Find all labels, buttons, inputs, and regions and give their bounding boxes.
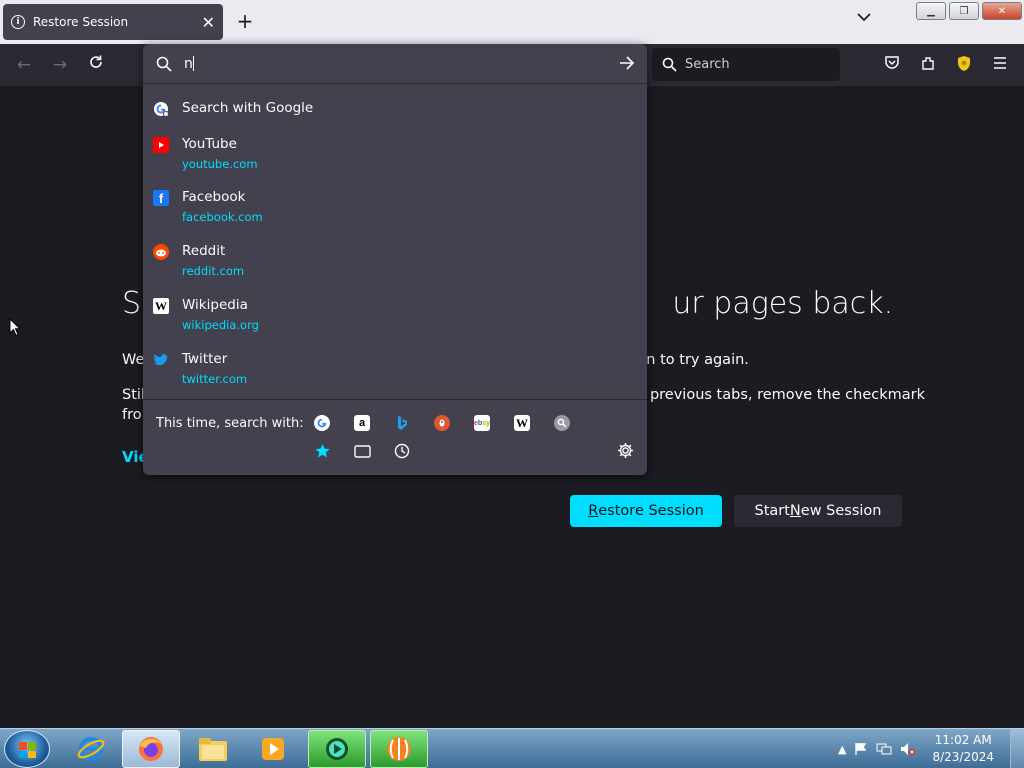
bing-icon[interactable] [394, 415, 410, 431]
result-search-with-google[interactable]: Search with Google [153, 100, 637, 117]
result-url: reddit.com [182, 264, 245, 278]
search-settings-icon[interactable] [617, 442, 634, 463]
youtube-icon [153, 137, 169, 153]
search-placeholder: Search [685, 57, 730, 72]
volume-muted-icon[interactable] [900, 742, 916, 756]
taskbar-firefox[interactable] [122, 730, 180, 768]
tab-title: Restore Session [33, 15, 129, 29]
action-center-flag-icon[interactable] [854, 742, 868, 756]
close-window-button[interactable]: ✕ [982, 2, 1022, 20]
result-twitter[interactable]: Twitter twitter.com [153, 351, 637, 386]
divider [143, 399, 647, 400]
taskbar-app-green[interactable] [308, 730, 366, 768]
result-url: youtube.com [182, 157, 258, 171]
tab-strip: i Restore Session ✕ + ▁ ❐ ✕ [0, 0, 1024, 44]
result-url: twitter.com [182, 372, 248, 386]
result-reddit[interactable]: Reddit reddit.com [153, 243, 637, 278]
page-text-line-3: fro [122, 407, 142, 423]
show-desktop-button[interactable] [1010, 729, 1024, 768]
result-title: Search with Google [182, 100, 314, 116]
one-off-search-label: This time, search with: [156, 416, 304, 431]
clock-time: 11:02 AM [934, 733, 992, 747]
result-title: Reddit [182, 243, 226, 259]
urlbar-typed-text: n [184, 55, 194, 72]
facebook-icon: f [153, 190, 169, 206]
minimize-button[interactable]: ▁ [916, 2, 946, 20]
restore-session-button[interactable]: Restore Session [570, 495, 722, 527]
app-green-icon [326, 738, 348, 760]
window-controls: ▁ ❐ ✕ [916, 2, 1022, 20]
forward-button[interactable]: → [48, 53, 72, 77]
search-icon [662, 57, 677, 72]
search-icon[interactable] [554, 415, 570, 431]
result-title: Twitter [182, 351, 228, 367]
info-icon: i [11, 15, 25, 29]
wikipedia-icon: W [153, 298, 169, 314]
start-new-session-button[interactable]: Start New Session [734, 495, 902, 527]
wikipedia-icon[interactable]: W [514, 415, 530, 431]
urlbar-dropdown: n Search with Google YouTube youtube.com… [143, 44, 647, 475]
search-bar[interactable]: Search [652, 48, 840, 81]
result-facebook[interactable]: f Facebook facebook.com [153, 189, 637, 224]
taskbar-app-orange[interactable] [370, 730, 428, 768]
start-button[interactable] [4, 730, 50, 768]
media-player-icon [262, 738, 284, 760]
new-tab-button[interactable]: + [234, 10, 256, 32]
result-title: Facebook [182, 189, 246, 205]
mouse-cursor-icon [9, 317, 22, 341]
menu-icon[interactable] [991, 55, 1009, 73]
go-arrow-icon[interactable] [619, 55, 635, 74]
pocket-icon[interactable] [883, 55, 901, 73]
result-title: YouTube [182, 136, 237, 152]
clock[interactable]: 11:02 AM 8/23/2024 [932, 732, 994, 766]
history-icon[interactable] [393, 442, 411, 460]
system-tray: ▲ 11:02 AM 8/23/2024 [838, 729, 994, 768]
reload-button[interactable] [84, 53, 108, 77]
result-url: facebook.com [182, 210, 263, 224]
bookmarks-icon[interactable] [313, 442, 331, 460]
chevron-down-icon [857, 13, 871, 22]
firefox-icon [139, 737, 163, 761]
tabs-icon[interactable] [353, 442, 371, 460]
tab-restore-session[interactable]: i Restore Session ✕ [3, 4, 223, 40]
google-icon [153, 101, 169, 117]
result-youtube[interactable]: YouTube youtube.com [153, 136, 637, 171]
close-tab-icon[interactable]: ✕ [202, 13, 215, 32]
extensions-icon[interactable] [919, 55, 937, 73]
result-wikipedia[interactable]: W Wikipedia wikipedia.org [153, 297, 637, 332]
taskbar-media-player[interactable] [244, 730, 302, 768]
windows-logo-icon [19, 742, 36, 758]
reload-icon [90, 55, 102, 68]
network-icon[interactable] [876, 742, 892, 756]
duckduckgo-icon[interactable] [434, 415, 450, 431]
restore-button[interactable]: ❐ [949, 2, 979, 20]
ebay-icon[interactable]: ebay [474, 415, 490, 431]
file-explorer-icon [199, 738, 227, 761]
internet-explorer-icon [77, 737, 105, 761]
amazon-icon[interactable]: a [354, 415, 370, 431]
reddit-icon [153, 244, 169, 260]
taskbar-file-explorer[interactable] [184, 730, 242, 768]
back-button[interactable]: ← [12, 53, 36, 77]
show-hidden-icons-icon[interactable]: ▲ [838, 743, 846, 756]
urlbar-input[interactable]: n [143, 44, 647, 84]
list-all-tabs-button[interactable] [854, 10, 874, 32]
windows-taskbar: ▲ 11:02 AM 8/23/2024 [0, 728, 1024, 768]
result-title: Wikipedia [182, 297, 248, 313]
result-url: wikipedia.org [182, 318, 259, 332]
twitter-icon [153, 352, 169, 368]
app-orange-icon [387, 737, 411, 761]
shield-extension-icon[interactable] [955, 55, 973, 73]
clock-date: 8/23/2024 [932, 750, 994, 764]
search-icon [156, 56, 172, 72]
google-icon[interactable] [314, 415, 330, 431]
taskbar-internet-explorer[interactable] [62, 730, 120, 768]
